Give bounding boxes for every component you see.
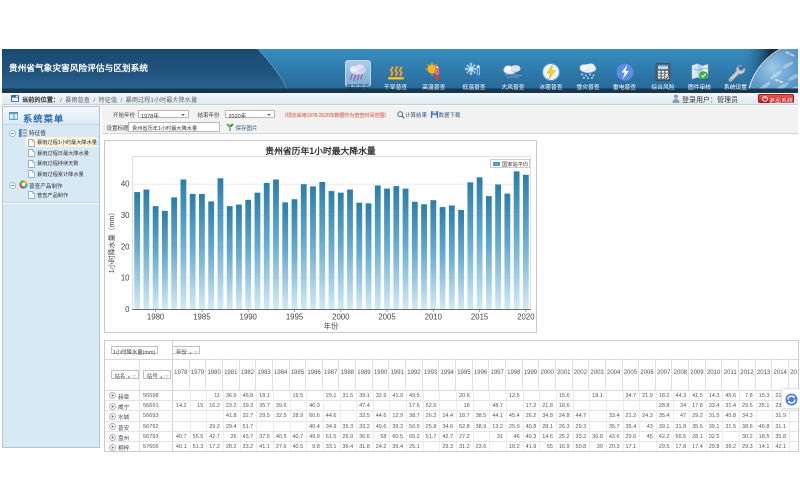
svg-text:1小时降水量（mm）: 1小时降水量（mm） [107, 208, 116, 273]
svg-text:40: 40 [121, 179, 130, 188]
svg-text:1985: 1985 [193, 312, 211, 321]
svg-text:年份: 年份 [324, 321, 338, 330]
svg-text:30: 30 [121, 211, 130, 220]
svg-text:2020: 2020 [517, 312, 535, 321]
svg-text:0: 0 [125, 305, 130, 314]
svg-text:2005: 2005 [378, 312, 396, 321]
svg-text:10: 10 [121, 273, 130, 282]
svg-text:1980: 1980 [147, 312, 165, 321]
svg-text:1990: 1990 [240, 312, 258, 321]
svg-text:2010: 2010 [425, 312, 443, 321]
svg-text:2000: 2000 [332, 312, 350, 321]
svg-text:2015: 2015 [471, 312, 489, 321]
svg-text:1995: 1995 [286, 312, 304, 321]
svg-text:20: 20 [121, 242, 130, 251]
